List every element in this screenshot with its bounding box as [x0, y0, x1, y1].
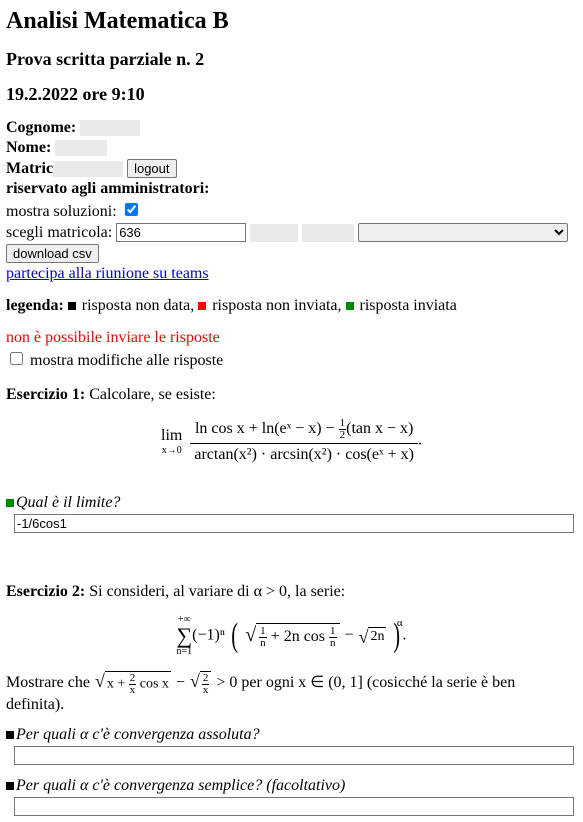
- f1d: n: [259, 638, 267, 649]
- sqrt2n: 2n: [368, 627, 386, 645]
- lparen-icon: (: [231, 619, 238, 653]
- ex2-show-line: Mostrare che √x + 2x cos x − √2x > 0 per…: [6, 671, 577, 714]
- page-title: Analisi Matematica B: [6, 8, 577, 35]
- ex1-dot: .: [418, 432, 422, 449]
- choose-matricola-label: scegli matricola:: [6, 224, 112, 241]
- redacted-1: [250, 224, 298, 242]
- half-d: 2: [339, 430, 347, 441]
- redacted-2: [302, 224, 354, 242]
- minus2: −: [172, 675, 189, 692]
- ex1-question: Qual è il limite?: [16, 494, 120, 511]
- xplus: x +: [107, 677, 129, 692]
- lim-sub: x→0: [161, 445, 182, 456]
- ex2-q1-status-icon: [6, 731, 14, 739]
- matricola-input[interactable]: [116, 223, 246, 242]
- nome-label: Nome:: [6, 139, 51, 156]
- ex2-text-b: , la serie:: [287, 583, 345, 600]
- ex2-dot: .: [403, 627, 407, 644]
- admin-heading: riservato agli amministratori:: [6, 180, 577, 198]
- matric-label: Matric: [6, 160, 53, 177]
- legend-square-black: [68, 302, 76, 310]
- ex2-q2-status-icon: [6, 782, 14, 790]
- legend-square-green: [346, 302, 354, 310]
- sigma-icon: ∑: [176, 625, 192, 647]
- ex2-q2: Per quali α c'è convergenza semplice? (f…: [16, 777, 345, 794]
- minus: −: [341, 627, 358, 644]
- ex2-q2-input[interactable]: [14, 797, 574, 816]
- legend-sent: risposta inviata: [360, 297, 457, 314]
- rparen-icon: ): [394, 619, 401, 653]
- teams-link[interactable]: partecipa alla riunione su teams: [6, 265, 209, 282]
- cannot-send-notice: non è possibile inviare le risposte: [6, 329, 577, 347]
- ex1-text: Calcolare, se esiste:: [89, 386, 216, 403]
- ex2-text-a: Si consideri, al variare di: [89, 583, 253, 600]
- show-solutions-checkbox[interactable]: [125, 203, 138, 216]
- ex1-answer-input[interactable]: [14, 514, 574, 533]
- sum-bot: n=1: [176, 647, 192, 657]
- ex1-status-icon: [6, 499, 14, 507]
- f4d: x: [202, 685, 210, 696]
- cognome-value: [80, 120, 140, 136]
- legend-notsent: risposta non inviata,: [212, 297, 341, 314]
- logout-button[interactable]: logout: [127, 159, 176, 178]
- matric-value: [53, 161, 123, 177]
- sum-body-a: (−1)ⁿ: [192, 627, 225, 644]
- ex1-heading: Esercizio 1:: [6, 386, 85, 403]
- ex2-heading: Esercizio 2:: [6, 583, 85, 600]
- legend-none: risposta non data,: [82, 297, 194, 314]
- lim-text: lim: [161, 427, 182, 444]
- show-prefix: Mostrare che: [6, 675, 94, 692]
- ex2-q1: Per quali α c'è convergenza assoluta?: [16, 726, 260, 743]
- show-solutions-label: mostra soluzioni:: [6, 203, 117, 220]
- ex1-formula: lim x→0 ln cos x + ln(eˣ − x) − 12(tan x…: [6, 418, 577, 464]
- cosx: cos x: [136, 677, 169, 692]
- cognome-label: Cognome:: [6, 119, 76, 136]
- legend-label: legenda:: [6, 297, 64, 314]
- download-csv-button[interactable]: download csv: [6, 244, 99, 263]
- legend-square-red: [198, 302, 206, 310]
- exam-datetime: 19.2.2022 ore 9:10: [6, 84, 577, 105]
- f2d: n: [329, 638, 337, 649]
- inner-mid: + 2n cos: [267, 629, 329, 646]
- ex2-formula: +∞ ∑ n=1 (−1)ⁿ ( √ 1n + 2n cos 1n − √2n …: [6, 615, 577, 657]
- ex2-alpha: α > 0: [254, 583, 287, 600]
- matricola-select[interactable]: [358, 223, 568, 242]
- nome-value: [55, 140, 107, 156]
- show-mods-label: mostra modifiche alle risposte: [30, 352, 223, 369]
- ex2-q1-input[interactable]: [14, 746, 574, 765]
- ex1-den: arctan(x²) · arcsin(x²) · cos(eˣ + x): [190, 443, 418, 464]
- ex1-num-a: ln cos x + ln(eˣ − x) −: [195, 421, 339, 438]
- show-mods-checkbox[interactable]: [10, 352, 23, 365]
- exam-subtitle: Prova scritta parziale n. 2: [6, 49, 577, 70]
- ex1-num-b: (tan x − x): [346, 421, 413, 438]
